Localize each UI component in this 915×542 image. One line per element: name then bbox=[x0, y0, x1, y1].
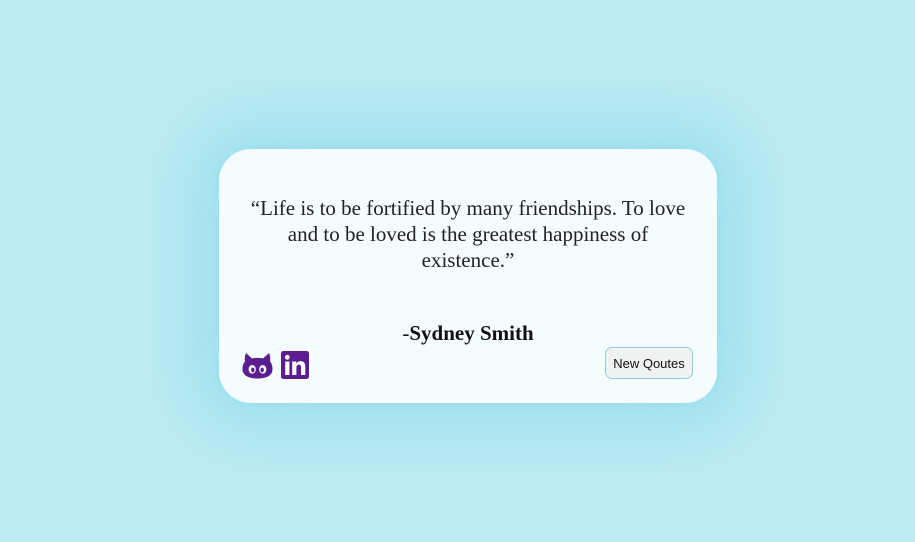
author-name: Sydney Smith bbox=[409, 321, 534, 345]
social-links bbox=[242, 350, 310, 380]
linkedin-link[interactable] bbox=[280, 350, 310, 380]
github-link[interactable] bbox=[242, 350, 273, 380]
linkedin-icon bbox=[281, 351, 309, 379]
quote-card: “Life is to be fortified by many friends… bbox=[219, 149, 717, 403]
new-quote-button[interactable]: New Qoutes bbox=[605, 347, 693, 379]
quote-author: -Sydney Smith bbox=[219, 321, 717, 346]
github-icon bbox=[242, 353, 273, 379]
quote-text: “Life is to be fortified by many friends… bbox=[250, 196, 686, 272]
